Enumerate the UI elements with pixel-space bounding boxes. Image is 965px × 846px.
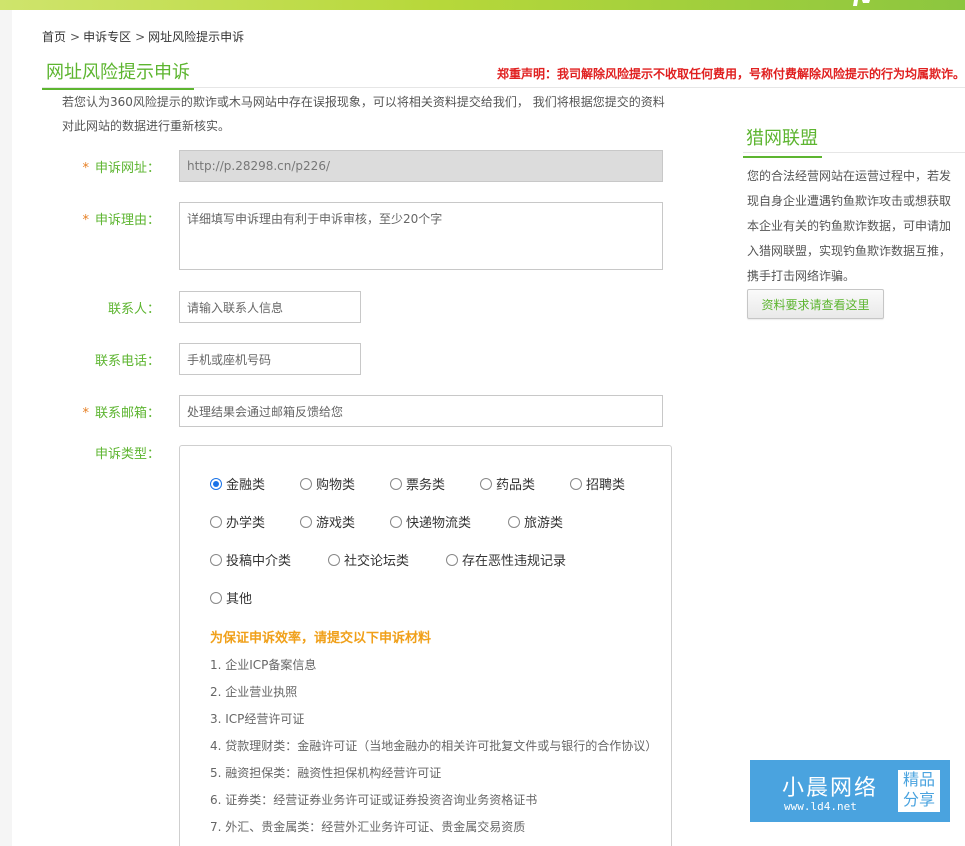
materials-title: 为保证申诉效率，请提交以下申诉材料 bbox=[210, 631, 432, 646]
type-radio-recruitment[interactable]: 招聘类 bbox=[570, 474, 625, 493]
sidebar-line: 现自身企业遭遇钓鱼欺诈攻击或想获取 bbox=[747, 194, 952, 208]
type-radio-medicine[interactable]: 药品类 bbox=[480, 474, 535, 493]
watermark: 小晨网络 www.ld4.net 精品 分享 bbox=[750, 760, 950, 822]
intro-text-line-2: 对此网站的数据进行重新核实。 bbox=[62, 119, 231, 133]
complaint-type-panel: 金融类 购物类 票务类 药品类 招聘类 办学类 游戏类 快递物流类 旅游类 投稿… bbox=[179, 445, 672, 846]
radio-icon bbox=[300, 515, 312, 528]
radio-icon bbox=[508, 515, 520, 528]
sidebar-line: 本企业有关的钓鱼欺诈数据，可申请加 bbox=[747, 219, 952, 233]
material-item: 2. 企业营业执照 bbox=[210, 685, 298, 699]
sidebar-line: 您的合法经营网站在运营过程中，若发 bbox=[747, 169, 952, 183]
required-mark: * bbox=[82, 213, 89, 228]
breadcrumb-zone[interactable]: 申诉专区 bbox=[83, 30, 131, 44]
phone-input[interactable]: 手机或座机号码 bbox=[179, 343, 361, 375]
radio-icon bbox=[446, 553, 458, 566]
material-item: 5. 融资担保类：融资性担保机构经营许可证 bbox=[210, 766, 442, 780]
intro-text-line-1: 若您认为360风险提示的欺诈或木马网站中存在误报现象，可以将相关资料提交给我们，… bbox=[62, 95, 665, 109]
top-accent-bar bbox=[0, 0, 965, 10]
radio-icon bbox=[390, 515, 402, 528]
breadcrumb: 首页 > 申诉专区 > 网址风险提示申诉 bbox=[42, 28, 248, 45]
type-radio-tickets[interactable]: 票务类 bbox=[390, 474, 445, 493]
radio-icon bbox=[570, 477, 582, 490]
breadcrumb-home[interactable]: 首页 bbox=[42, 30, 66, 44]
type-radio-shopping[interactable]: 购物类 bbox=[300, 474, 355, 493]
sidebar-description: 您的合法经营网站在运营过程中，若发 现自身企业遭遇钓鱼欺诈攻击或想获取 本企业有… bbox=[747, 164, 955, 289]
radio-icon bbox=[480, 477, 492, 490]
type-label: 申诉类型： bbox=[94, 447, 160, 462]
material-item: 6. 证券类：经营证券业务许可证或证券投资咨询业务资格证书 bbox=[210, 793, 538, 807]
warning-notice: 郑重声明：我司解除风险提示不收取任何费用，号称付费解除风险提示的行为均属欺诈。 bbox=[496, 67, 965, 81]
radio-icon bbox=[328, 553, 340, 566]
email-label: * 联系邮箱： bbox=[82, 406, 160, 421]
phone-label: 联系电话： bbox=[94, 354, 160, 369]
radio-checked-icon bbox=[210, 477, 222, 490]
required-mark: * bbox=[82, 406, 89, 421]
page-content: 首页 > 申诉专区 > 网址风险提示申诉 网址风险提示申诉 郑重声明：我司解除风险提示不… bbox=[12, 10, 965, 846]
watermark-badge: 精品 分享 bbox=[898, 770, 940, 812]
watermark-url: www.ld4.net bbox=[784, 800, 857, 813]
breadcrumb-separator: > bbox=[70, 30, 81, 44]
watermark-name: 小晨网络 bbox=[782, 776, 879, 801]
type-radio-violation-record[interactable]: 存在恶性违规记录 bbox=[446, 550, 566, 569]
sidebar-line: 携手打击网络诈骗。 bbox=[747, 269, 856, 283]
type-radio-finance[interactable]: 金融类 bbox=[210, 474, 265, 493]
type-radio-logistics[interactable]: 快递物流类 bbox=[390, 512, 471, 531]
breadcrumb-current: 网址风险提示申诉 bbox=[148, 30, 245, 44]
type-radio-education[interactable]: 办学类 bbox=[210, 512, 265, 531]
url-field[interactable]: http://p.28298.cn/p226/ bbox=[179, 150, 663, 182]
reason-textarea[interactable]: 详细填写申诉理由有利于申诉审核，至少20个字 bbox=[179, 202, 663, 270]
type-radio-submission-agency[interactable]: 投稿中介类 bbox=[210, 550, 291, 569]
radio-icon bbox=[300, 477, 312, 490]
type-radio-travel[interactable]: 旅游类 bbox=[508, 512, 563, 531]
type-radio-social-forum[interactable]: 社交论坛类 bbox=[328, 550, 409, 569]
sidebar-line: 入猎网联盟，实现钓鱼欺诈数据互推， bbox=[747, 244, 952, 258]
required-mark: * bbox=[82, 161, 89, 176]
page-title: 网址风险提示申诉 bbox=[42, 58, 194, 90]
material-item: 1. 企业ICP备案信息 bbox=[210, 658, 317, 672]
requirements-button[interactable]: 资料要求请查看这里 bbox=[747, 289, 884, 319]
radio-icon bbox=[210, 515, 222, 528]
radio-icon bbox=[390, 477, 402, 490]
radio-icon bbox=[210, 553, 222, 566]
breadcrumb-separator: > bbox=[135, 30, 146, 44]
title-divider bbox=[42, 87, 965, 88]
contact-input[interactable]: 请输入联系人信息 bbox=[179, 291, 361, 323]
material-item: 3. ICP经营许可证 bbox=[210, 712, 305, 726]
url-label: * 申诉网址： bbox=[82, 161, 160, 176]
radio-icon bbox=[210, 591, 222, 604]
decorative-logo-fragment bbox=[853, 0, 870, 6]
type-radio-other[interactable]: 其他 bbox=[210, 588, 252, 607]
reason-label: * 申诉理由： bbox=[82, 213, 160, 228]
material-item: 4. 贷款理财类：金融许可证（当地金融办的相关许可批复文件或与银行的合作协议） bbox=[210, 739, 658, 753]
email-input[interactable]: 处理结果会通过邮箱反馈给您 bbox=[179, 395, 663, 427]
material-item: 7. 外汇、贵金属类：经营外汇业务许可证、贵金属交易资质 bbox=[210, 820, 526, 834]
type-radio-games[interactable]: 游戏类 bbox=[300, 512, 355, 531]
contact-label: 联系人： bbox=[107, 302, 160, 317]
sidebar-divider bbox=[743, 152, 965, 153]
